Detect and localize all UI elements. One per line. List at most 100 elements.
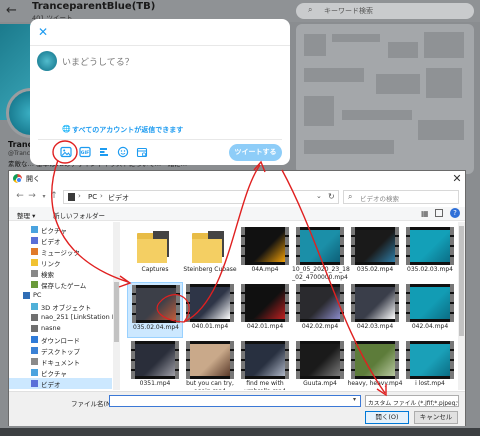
video-file-item[interactable]: 042.01.mp4 <box>237 282 293 338</box>
sidebar-item[interactable]: 保存したゲーム <box>9 279 112 290</box>
video-file-item[interactable]: 04A.mp4 <box>237 225 293 281</box>
schedule-icon[interactable] <box>135 146 149 160</box>
breadcrumb-separator[interactable]: › <box>100 192 103 200</box>
recent-locations-icon[interactable]: ▾ <box>39 193 49 200</box>
video-file-item[interactable]: find me with umbrella.mp4 <box>237 339 293 390</box>
sidebar-item-label: nasne <box>41 324 61 332</box>
video-file-item[interactable]: 0351.mp4 <box>127 339 183 390</box>
file-name: heavy, heavy.mp4 <box>347 380 403 387</box>
view-options-icon[interactable]: ▦ <box>421 209 429 218</box>
folder-icon <box>186 227 234 265</box>
image-icon[interactable] <box>59 146 73 160</box>
poll-icon[interactable] <box>97 146 111 160</box>
file-grid: Captures Steinberg Cubase 04A.mp4 10_05_202… <box>121 222 465 390</box>
pictures-icon <box>31 369 38 376</box>
video-file-item[interactable]: but you can try, again.mp4 <box>182 339 238 390</box>
video-thumbnail-icon <box>351 284 399 322</box>
sidebar-item-label: リンク <box>41 260 61 268</box>
new-folder-button[interactable]: 新しいフォルダー <box>53 210 105 220</box>
video-file-item[interactable]: i lost.mp4 <box>402 339 458 390</box>
organize-button[interactable]: 整理 ▾ <box>17 210 35 220</box>
video-file-item[interactable]: 035.02.mp4 <box>347 225 403 281</box>
sidebar-item[interactable]: nasne <box>9 323 112 334</box>
breadcrumb-video[interactable]: ビデオ <box>108 193 129 203</box>
address-bar[interactable]: › PC › ビデオ ⌄ ↻ <box>63 190 339 204</box>
video-thumbnail-icon <box>296 284 344 322</box>
file-name: 042.02.mp4 <box>301 323 339 330</box>
sidebar-item[interactable]: 3D オブジェクト <box>9 301 112 312</box>
search-box[interactable] <box>296 3 474 19</box>
sidebar-item[interactable]: ビデオ <box>9 235 112 246</box>
sidebar-item[interactable]: ダウンロード <box>9 334 112 345</box>
preview-pane-icon[interactable] <box>435 209 443 217</box>
close-icon[interactable]: ✕ <box>449 171 465 187</box>
file-type-select[interactable]: カスタム ファイル (*.jfif;*.pjpeg;*.jp <box>365 395 459 407</box>
sidebar-item[interactable]: ビデオ <box>9 378 112 389</box>
search-icon <box>31 270 38 277</box>
sidebar-item[interactable]: PC <box>9 290 112 301</box>
chrome-icon <box>13 174 22 183</box>
sidebar-item[interactable]: ピクチャ <box>9 367 112 378</box>
video-file-item[interactable]: Guuta.mp4 <box>292 339 348 390</box>
file-name: i lost.mp4 <box>415 380 445 387</box>
file-name: 042.03.mp4 <box>356 323 394 330</box>
video-thumbnail-icon <box>241 227 289 265</box>
video-thumbnail-icon <box>241 284 289 322</box>
video-file-item[interactable]: 042.04.mp4 <box>402 282 458 338</box>
close-icon[interactable]: ✕ <box>38 25 48 39</box>
breadcrumb-pc[interactable]: PC <box>88 193 97 201</box>
file-name: 10_05_2020_23_18 _02_4700000.mp4 <box>292 266 350 281</box>
sidebar-item[interactable]: ドキュメント <box>9 356 112 367</box>
sidebar-item-label: ダウンロード <box>41 337 80 345</box>
sidebar-item[interactable]: 検索 <box>9 268 112 279</box>
network-drive-icon <box>31 325 38 332</box>
scrollbar-thumb[interactable] <box>459 226 464 336</box>
scrollbar-thumb[interactable] <box>114 282 119 342</box>
sidebar-item[interactable]: ミュージック <box>9 246 112 257</box>
file-name: 035.02.03.mp4 <box>407 266 453 273</box>
cancel-button[interactable]: キャンセル <box>414 411 458 424</box>
trends-panel <box>296 24 474 174</box>
up-arrow-icon[interactable]: ↑ <box>49 191 59 201</box>
sidebar-item[interactable]: nao_251 [LinkStation Media Se <box>9 312 120 323</box>
file-name: 035.02.mp4 <box>356 266 394 273</box>
3d-objects-icon <box>31 303 38 310</box>
breadcrumb-separator[interactable]: › <box>78 192 81 200</box>
folder-item[interactable]: Steinberg Cubase <box>182 225 238 281</box>
avatar[interactable] <box>37 51 57 71</box>
profile-name: Tranc <box>8 140 33 149</box>
video-file-item[interactable]: 10_05_2020_23_18 _02_4700000.mp4 <box>292 225 350 281</box>
video-file-item[interactable]: 042.03.mp4 <box>347 282 403 338</box>
open-button[interactable]: 開く(O) <box>365 411 409 424</box>
sidebar-item[interactable]: デスクトップ <box>9 345 112 356</box>
scrollbar[interactable] <box>458 222 465 390</box>
back-arrow-icon[interactable]: ← <box>6 3 17 18</box>
emoji-icon[interactable] <box>116 146 130 160</box>
file-name-input[interactable] <box>109 395 361 407</box>
file-name: Guuta.mp4 <box>303 380 337 387</box>
chevron-down-icon[interactable]: ⌄ <box>316 192 322 200</box>
video-file-item[interactable]: 040.01.mp4 <box>182 282 238 338</box>
forward-arrow-icon[interactable]: → <box>27 191 37 201</box>
search-input[interactable]: ⌕ ビデオの検索 <box>343 190 459 204</box>
scrollbar[interactable] <box>113 222 120 390</box>
refresh-icon[interactable]: ↻ <box>328 192 335 201</box>
tweet-button[interactable]: ツイートする <box>229 144 282 161</box>
reply-setting-label: すべてのアカウントが返信できます <box>72 126 184 134</box>
sidebar-item[interactable]: リンク <box>9 257 112 268</box>
help-icon[interactable]: ? <box>450 208 460 218</box>
sidebar-item[interactable]: ピクチャ <box>9 224 112 235</box>
tweet-text-input[interactable]: いまどうしてる？ <box>62 55 134 68</box>
video-file-item[interactable]: 042.02.mp4 <box>292 282 348 338</box>
video-file-item[interactable]: heavy, heavy.mp4 <box>347 339 403 390</box>
video-file-item[interactable]: 035.02.04.mp4 <box>127 282 183 338</box>
folder-item[interactable]: Captures <box>127 225 183 281</box>
sidebar-item-label: ミュージック <box>41 249 80 257</box>
gif-icon[interactable]: GIF <box>78 146 92 160</box>
back-arrow-icon[interactable]: ← <box>15 191 25 201</box>
dialog-titlebar[interactable]: 開く ✕ <box>9 171 465 187</box>
video-thumbnail-icon <box>406 341 454 379</box>
chevron-down-icon[interactable]: ▾ <box>353 396 356 403</box>
reply-setting-button[interactable]: すべてのアカウントが返信できます <box>72 125 183 135</box>
video-file-item[interactable]: 035.02.03.mp4 <box>402 225 458 281</box>
